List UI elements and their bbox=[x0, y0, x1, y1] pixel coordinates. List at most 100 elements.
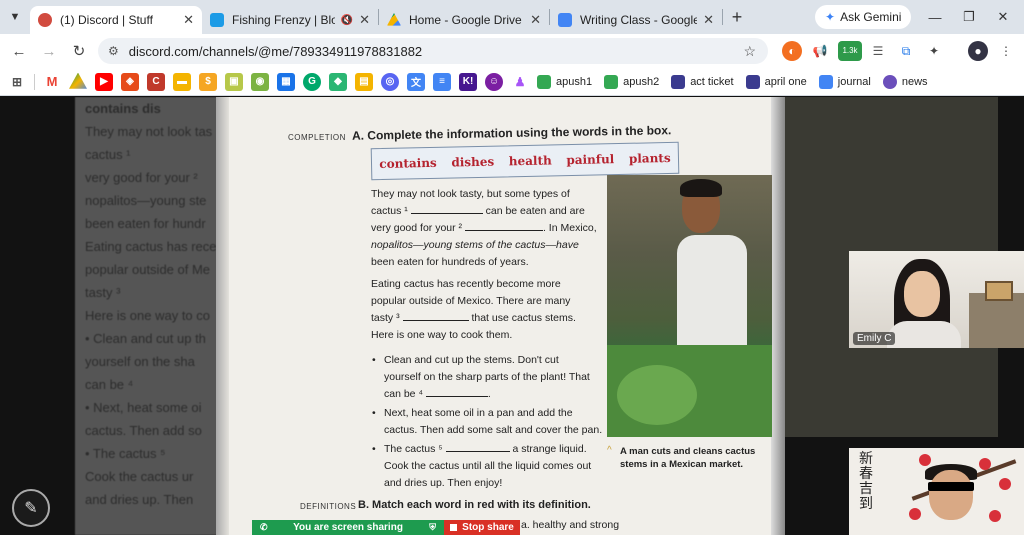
bookmark-label: apush1 bbox=[556, 75, 593, 88]
google-drive-icon[interactable] bbox=[69, 72, 87, 89]
counter-extension-icon[interactable]: 1.3k bbox=[838, 41, 862, 61]
text-line: nopalitos—young stems of the cactus—have bbox=[371, 239, 579, 251]
participant-tile-emily[interactable]: Emily C bbox=[849, 251, 1024, 348]
definition-a: a. healthy and strong bbox=[521, 519, 620, 531]
screen-sharing-indicator: ✆ You are screen sharing ⛨ bbox=[252, 520, 444, 535]
bookmark-app-icon[interactable]: ▣ bbox=[225, 72, 243, 91]
bookmark-label: journal bbox=[837, 75, 871, 88]
stop-share-button[interactable]: Stop share bbox=[444, 520, 520, 535]
bookmark-journal[interactable]: journal bbox=[818, 74, 871, 89]
sheets-icon bbox=[604, 74, 619, 89]
bookmark-ca-icon[interactable]: C bbox=[147, 72, 165, 91]
background-line: • The cactus ⁵ bbox=[85, 446, 166, 461]
plum-blossom bbox=[979, 458, 991, 470]
forward-arrow-icon[interactable]: → bbox=[34, 43, 64, 60]
bookmark-app-icon[interactable]: ◉ bbox=[251, 72, 269, 91]
book-gutter bbox=[216, 97, 230, 535]
plum-blossom bbox=[909, 508, 921, 520]
translate-icon[interactable]: 文 bbox=[407, 72, 425, 91]
bookmark-april-one[interactable]: april one bbox=[745, 74, 807, 89]
bookmark-act-ticket[interactable]: act ticket bbox=[671, 74, 734, 89]
close-icon[interactable]: ✕ bbox=[524, 12, 541, 28]
completion-label: COMPLETION bbox=[288, 133, 346, 142]
tab-discord[interactable]: (1) Discord | Stuff ✕ bbox=[30, 6, 202, 34]
tab-google-drive[interactable]: Home - Google Drive ✕ bbox=[379, 6, 549, 34]
tab-strip: ▼ (1) Discord | Stuff ✕ Fishing Frenzy |… bbox=[0, 0, 1024, 34]
bookmark-app-icon[interactable]: ▦ bbox=[277, 72, 295, 91]
bookmark-divider bbox=[34, 73, 35, 90]
plum-blossom bbox=[989, 510, 1001, 522]
photo-cactus-pad bbox=[617, 365, 697, 425]
bookmark-app-icon[interactable]: ▤ bbox=[355, 72, 373, 91]
act-icon bbox=[671, 74, 686, 89]
puzzle-icon[interactable]: ✦ bbox=[924, 41, 944, 61]
text-line: tasty ³ that use cactus stems. bbox=[371, 310, 603, 327]
apps-grid-icon[interactable]: ⊞ bbox=[8, 73, 26, 91]
background-line: Eating cactus has rece bbox=[85, 239, 217, 254]
bookmark-news[interactable]: news bbox=[882, 74, 928, 89]
draw-pen-button[interactable]: ✎ bbox=[12, 489, 50, 527]
profile-avatar[interactable]: ● bbox=[968, 41, 988, 61]
tab-search-button[interactable]: ▼ bbox=[0, 0, 30, 34]
back-arrow-icon[interactable]: ← bbox=[4, 43, 34, 60]
bookmark-app-icon[interactable]: ◈ bbox=[121, 72, 139, 91]
site-settings-icon[interactable]: ⚙ bbox=[108, 44, 119, 58]
close-icon[interactable]: ✕ bbox=[353, 12, 370, 28]
close-icon[interactable]: ✕ bbox=[177, 12, 194, 28]
browser-window: ▼ (1) Discord | Stuff ✕ Fishing Frenzy |… bbox=[0, 0, 1024, 535]
window-close-button[interactable]: ✕ bbox=[980, 0, 1024, 34]
bookmark-apush2[interactable]: apush2 bbox=[604, 74, 659, 89]
text-line: yourself on the sharp parts of the plant… bbox=[384, 371, 590, 383]
more-menu-icon[interactable]: ⋮ bbox=[996, 41, 1016, 61]
gmail-icon[interactable]: M bbox=[43, 72, 61, 91]
calligraphy-character: 新 bbox=[859, 451, 873, 467]
ask-gemini-button[interactable]: ✦ Ask Gemini bbox=[815, 5, 912, 29]
close-icon[interactable]: ✕ bbox=[697, 12, 714, 28]
answer-blank bbox=[410, 205, 483, 214]
megaphone-icon[interactable]: 📢 bbox=[810, 41, 830, 61]
bookmark-label: april one bbox=[764, 75, 807, 88]
address-bar[interactable]: ⚙ discord.com/channels/@me/7893349119788… bbox=[98, 38, 768, 64]
background-line: popular outside of Me bbox=[85, 262, 211, 277]
tab-title: Home - Google Drive bbox=[409, 13, 522, 27]
text-line: Next, heat some oil in a pan and add the bbox=[384, 407, 573, 419]
discord-icon[interactable]: ◎ bbox=[381, 72, 399, 91]
menu-lines-icon[interactable]: ☰ bbox=[868, 41, 888, 61]
tab-blooket[interactable]: Fishing Frenzy | Blooket 🔇 ✕ bbox=[202, 6, 378, 34]
screen-share-icon[interactable]: ⧉ bbox=[896, 41, 916, 61]
bookmark-app-icon[interactable]: ☺ bbox=[485, 72, 503, 91]
participant-tile-2[interactable]: 新春吉到 bbox=[849, 448, 1024, 535]
bookmark-apush1[interactable]: apush1 bbox=[537, 74, 593, 89]
youtube-icon[interactable]: ▶ bbox=[95, 72, 113, 91]
bookmark-app-icon[interactable]: ◆ bbox=[329, 72, 347, 91]
dollar-icon[interactable]: $ bbox=[199, 72, 217, 91]
background-line: cactus. Then add so bbox=[85, 423, 202, 438]
bookmark-star-icon[interactable]: ☆ bbox=[743, 43, 756, 60]
tile-picture-frame bbox=[985, 281, 1013, 301]
muted-speaker-icon[interactable]: 🔇 bbox=[341, 15, 353, 26]
kahoot-icon[interactable]: K! bbox=[459, 72, 477, 91]
new-tab-button[interactable]: + bbox=[723, 7, 751, 28]
grammarly-icon[interactable]: G bbox=[303, 72, 321, 91]
caption-chevron-icon: ^ bbox=[607, 445, 612, 456]
bookmarks-bar: ⊞ M ▶ ◈ C ▬ $ ▣ ◉ ▦ G ◆ ▤ ◎ 文 ≡ K! ☺ ♟ a… bbox=[0, 68, 1024, 96]
docs-icon[interactable]: ≡ bbox=[433, 72, 451, 91]
text-fragment: that use cactus stems. bbox=[471, 312, 576, 324]
caption-line: A man cuts and cleans cactus bbox=[620, 446, 756, 457]
slides-icon[interactable]: ▬ bbox=[173, 72, 191, 91]
text-fragment: . bbox=[487, 388, 491, 400]
act-icon bbox=[745, 74, 760, 89]
word-box-item: health bbox=[508, 153, 552, 169]
extension-icon[interactable]: ◐ bbox=[782, 41, 802, 61]
instruction-bullet-3: The cactus ⁵ a strange liquid. Cook the … bbox=[372, 441, 604, 492]
calligraphy-character: 吉 bbox=[859, 481, 873, 497]
reload-icon[interactable]: ↻ bbox=[64, 42, 94, 60]
bookmark-app-icon[interactable]: ♟ bbox=[511, 72, 529, 91]
docs-icon bbox=[818, 74, 833, 89]
calligraphy-art: 新春吉到 bbox=[859, 452, 919, 512]
paragraph-2: Eating cactus has recently become more p… bbox=[371, 276, 603, 344]
tab-google-docs[interactable]: Writing Class - Google Docs ✕ bbox=[550, 6, 722, 34]
blurred-background-text: contains dis They may not look tas cactu… bbox=[75, 97, 235, 535]
phone-icon: ✆ bbox=[260, 522, 268, 532]
text-fragment: . In Mexico, bbox=[542, 222, 597, 234]
